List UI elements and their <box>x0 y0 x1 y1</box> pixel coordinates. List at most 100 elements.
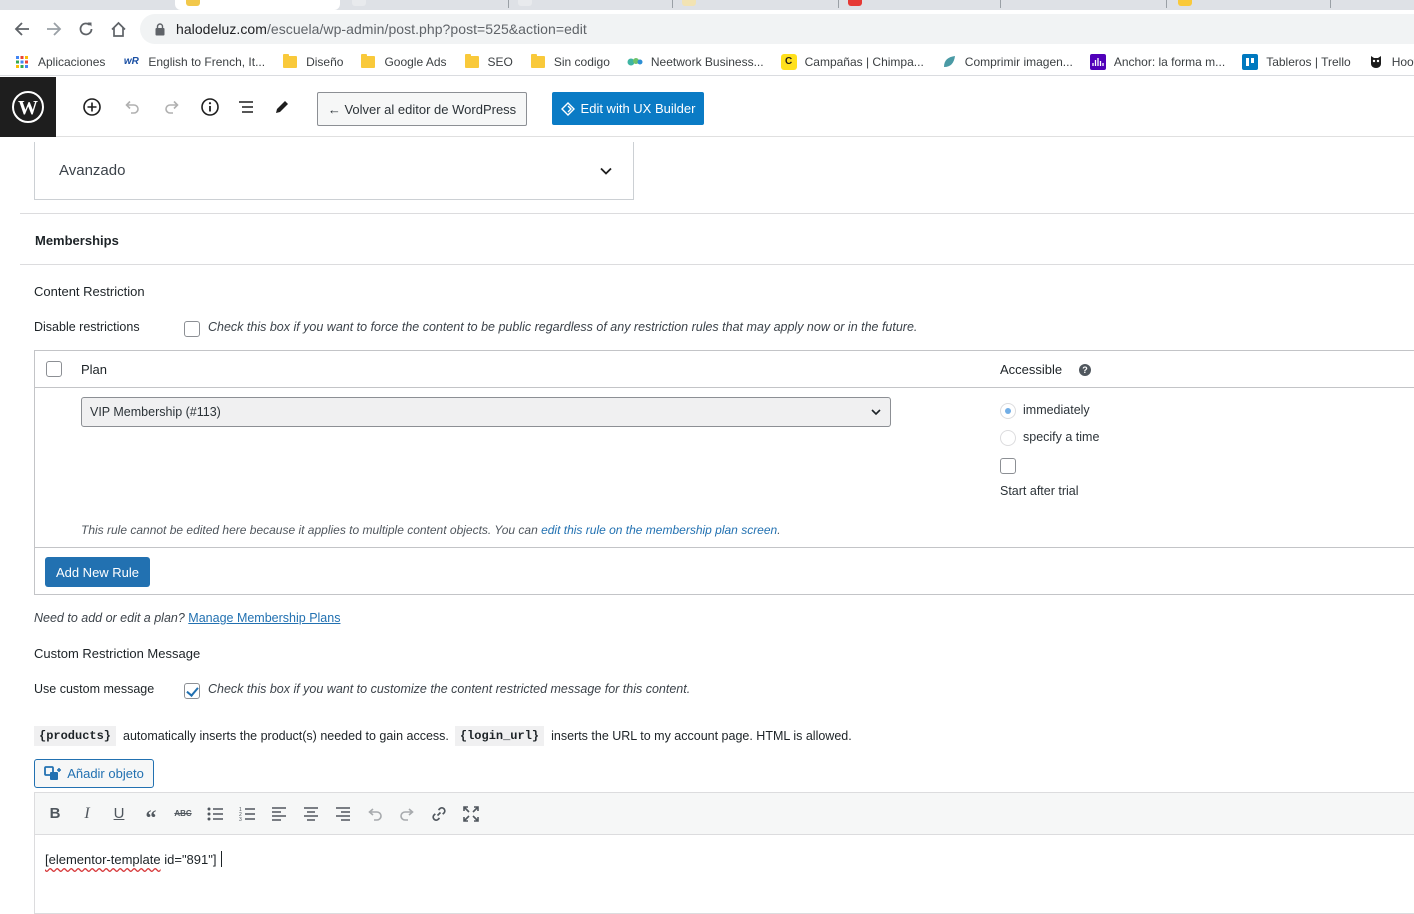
content-restriction-heading: Content Restriction <box>34 284 145 299</box>
align-center-icon[interactable] <box>295 800 327 828</box>
tab-separator <box>508 0 509 8</box>
editor-header: W ← Volver al editor de WordPress Edit w… <box>0 77 1414 137</box>
forward-arrow-icon[interactable] <box>43 18 65 40</box>
folder-icon <box>282 53 298 70</box>
home-icon[interactable] <box>107 18 129 40</box>
start-after-trial-checkbox[interactable] <box>1000 458 1016 474</box>
bookmark-seo[interactable]: SEO <box>464 53 513 70</box>
restriction-rules-table: Plan Accessible ? VIP Membership (#113) … <box>34 350 1414 595</box>
bookmark-anchor[interactable]: Anchor: la forma m... <box>1089 53 1225 70</box>
accessible-column-header: Accessible <box>1000 362 1063 377</box>
add-media-button[interactable]: Añadir objeto <box>34 759 154 788</box>
disable-restrictions-description: Check this box if you want to force the … <box>208 320 918 334</box>
login-url-merge-tag: {login_url} <box>454 726 545 746</box>
access-specify-time-label: specify a time <box>1023 430 1100 444</box>
merge-tags-help: {products} automatically inserts the pro… <box>34 726 858 746</box>
editor-toolbar: B I U “ ABC 123 <box>35 793 1414 835</box>
tab-favicon-icon <box>848 0 862 6</box>
bullet-list-icon[interactable] <box>199 800 231 828</box>
blockquote-icon[interactable]: “ <box>135 800 167 830</box>
wordpress-logo-icon[interactable]: W <box>0 77 56 137</box>
editor-undo-icon[interactable] <box>359 800 391 828</box>
fullscreen-icon[interactable] <box>455 800 487 828</box>
bookmark-google-ads[interactable]: Google Ads <box>360 53 447 70</box>
divider <box>35 547 1414 548</box>
media-icon <box>44 765 62 780</box>
neetwork-icon <box>627 54 643 70</box>
numbered-list-icon[interactable]: 123 <box>231 800 263 828</box>
bookmark-diseno[interactable]: Diseño <box>282 53 343 70</box>
anchor-icon <box>1089 53 1106 70</box>
browser-toolbar: halodeluz.com/escuela/wp-admin/post.php?… <box>0 10 1414 48</box>
owl-icon <box>1368 54 1384 70</box>
chevron-down-icon <box>600 167 612 175</box>
text-caret <box>221 851 223 867</box>
info-icon[interactable] <box>198 95 222 119</box>
tab-favicon-icon <box>352 0 366 6</box>
tab-favicon-icon <box>186 0 200 6</box>
bookmarks-bar: Aplicaciones wR English to French, It...… <box>0 48 1414 76</box>
svg-text:W: W <box>18 97 38 119</box>
mailchimp-icon: C <box>780 53 797 70</box>
bookmark-neetwork[interactable]: Neetwork Business... <box>627 54 764 70</box>
help-icon[interactable]: ? <box>1079 364 1091 376</box>
align-right-icon[interactable] <box>327 800 359 828</box>
bookmark-hootsuite[interactable]: Hootsuite <box>1368 54 1414 70</box>
avanzado-panel-toggle[interactable]: Avanzado <box>34 142 634 200</box>
access-immediately-radio[interactable] <box>1000 403 1016 419</box>
bookmark-trello[interactable]: Tableros | Trello <box>1242 53 1351 70</box>
use-custom-message-label: Use custom message <box>34 682 155 696</box>
rule-note: This rule cannot be edited here because … <box>81 523 781 537</box>
leaf-icon <box>941 54 957 70</box>
manage-membership-plans-link[interactable]: Manage Membership Plans <box>188 611 340 625</box>
memberships-title: Memberships <box>35 233 119 248</box>
disable-restrictions-label: Disable restrictions <box>34 320 140 334</box>
bookmark-mailchimp[interactable]: C Campañas | Chimpa... <box>780 53 924 70</box>
use-custom-message-description: Check this box if you want to customize … <box>208 682 691 696</box>
add-new-rule-button[interactable]: Add New Rule <box>45 557 150 587</box>
tab-favicon-icon <box>1178 0 1192 6</box>
undo-icon[interactable] <box>120 95 144 119</box>
membership-plan-select[interactable]: VIP Membership (#113) <box>81 397 891 427</box>
message-editor: B I U “ ABC 123 [elementor-template id="… <box>34 792 1414 914</box>
trello-icon <box>1242 53 1259 70</box>
editor-redo-icon[interactable] <box>391 800 423 828</box>
edit-with-ux-builder-button[interactable]: Edit with UX Builder <box>552 92 704 125</box>
tab-separator <box>838 0 839 8</box>
add-block-icon[interactable] <box>80 95 104 119</box>
wordreference-icon: wR <box>123 56 139 67</box>
use-custom-message-checkbox[interactable] <box>184 683 200 699</box>
ux-builder-icon <box>560 101 575 116</box>
list-view-icon[interactable] <box>234 95 258 119</box>
tab-separator <box>1330 0 1331 8</box>
back-arrow-icon[interactable] <box>11 18 33 40</box>
editor-content[interactable]: [elementor-template id="891"] <box>45 851 223 867</box>
bookmark-aplicaciones[interactable]: Aplicaciones <box>14 54 105 70</box>
start-after-trial-label: Start after trial <box>1000 484 1079 498</box>
plan-column-header: Plan <box>81 362 108 377</box>
strikethrough-icon[interactable]: ABC <box>167 800 199 828</box>
lock-icon <box>154 22 166 36</box>
address-bar[interactable]: halodeluz.com/escuela/wp-admin/post.php?… <box>140 14 1414 44</box>
underline-icon[interactable]: U <box>103 800 135 828</box>
redo-icon[interactable] <box>160 95 184 119</box>
back-to-wordpress-editor-button[interactable]: ← Volver al editor de WordPress <box>317 92 527 126</box>
bookmark-comprimir[interactable]: Comprimir imagen... <box>941 54 1073 70</box>
edit-rule-on-plan-screen-link[interactable]: edit this rule on the membership plan sc… <box>541 523 777 537</box>
insert-link-icon[interactable] <box>423 800 455 828</box>
chevron-down-icon <box>871 409 881 416</box>
align-left-icon[interactable] <box>263 800 295 828</box>
custom-restriction-heading: Custom Restriction Message <box>34 646 201 661</box>
folder-icon <box>530 53 546 70</box>
select-all-rules-checkbox[interactable] <box>46 361 62 377</box>
disable-restrictions-checkbox[interactable] <box>184 321 200 337</box>
manage-plans-line: Need to add or edit a plan? Manage Membe… <box>34 611 341 625</box>
bookmark-sin-codigo[interactable]: Sin codigo <box>530 53 610 70</box>
bold-icon[interactable]: B <box>39 800 71 828</box>
reload-icon[interactable] <box>75 18 97 40</box>
access-specify-time-radio[interactable] <box>1000 430 1016 446</box>
pencil-edit-icon[interactable] <box>270 95 294 119</box>
italic-icon[interactable]: I <box>71 800 103 828</box>
bookmark-wordreference[interactable]: wR English to French, It... <box>122 54 265 70</box>
svg-text:3: 3 <box>239 817 242 821</box>
